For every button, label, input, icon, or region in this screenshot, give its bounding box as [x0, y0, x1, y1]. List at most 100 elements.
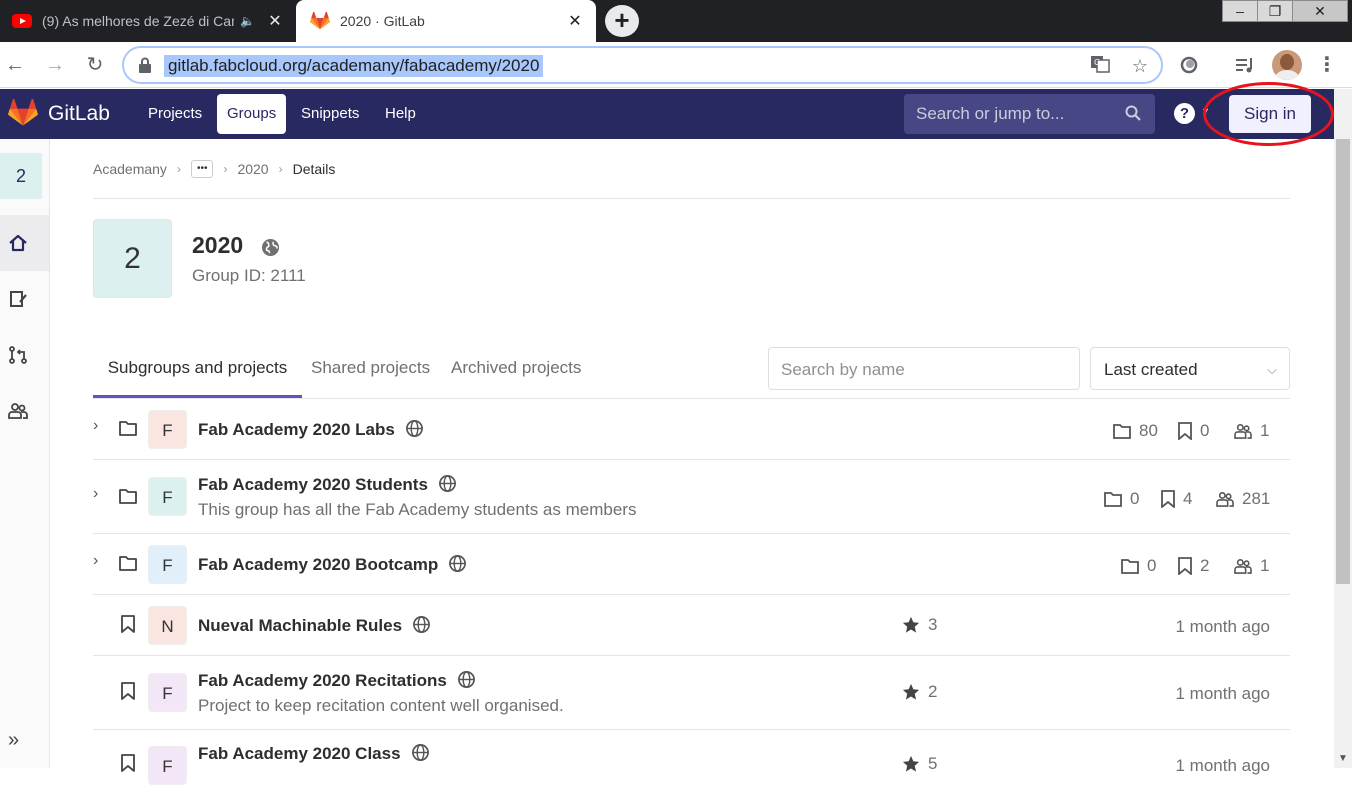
row-name[interactable]: Fab Academy 2020 Bootcamp [198, 554, 467, 575]
group-id: Group ID: 2111 [192, 266, 306, 285]
row-name-text[interactable]: Fab Academy 2020 Students [198, 475, 428, 494]
search-placeholder: Search or jump to... [916, 104, 1065, 123]
nav-help[interactable]: Help [375, 94, 426, 134]
row-name-text[interactable]: Fab Academy 2020 Bootcamp [198, 555, 438, 574]
page-scrollbar[interactable]: ▼ [1334, 89, 1352, 768]
breadcrumb-2020[interactable]: 2020 [237, 161, 268, 177]
users-icon [1234, 558, 1252, 574]
gitlab-logo-icon[interactable] [8, 99, 38, 127]
browser-tab-gitlab[interactable]: 2020 · GitLab ✕ [296, 0, 596, 42]
row-name-text[interactable]: Fab Academy 2020 Class [198, 744, 401, 763]
bookmark-icon [121, 615, 135, 633]
member-count: 1 [1234, 556, 1269, 576]
list-item[interactable]: F Fab Academy 2020 Recitations Project t… [93, 656, 1290, 730]
scroll-down-icon[interactable]: ▼ [1338, 753, 1348, 764]
subgroup-count: 0 [1104, 489, 1139, 509]
row-avatar: F [148, 673, 187, 712]
group-avatar: 2 [93, 219, 172, 298]
browser-toolbar: ← → ↻ gitlab.fabcloud.org/academany/faba… [0, 42, 1352, 88]
users-icon [8, 403, 28, 419]
chevron-right-icon[interactable]: › [93, 485, 105, 503]
bookmark-star-icon[interactable]: ☆ [1128, 54, 1152, 78]
collapse-sidebar-icon[interactable]: » [8, 729, 19, 752]
list-item[interactable]: › F Fab Academy 2020 Bootcamp 0 2 1 [93, 534, 1290, 595]
extension-icon[interactable] [1174, 50, 1204, 80]
tab-shared-projects[interactable]: Shared projects [311, 347, 430, 398]
home-icon [9, 234, 27, 252]
tab-subgroups-and-projects[interactable]: Subgroups and projects [93, 347, 302, 398]
breadcrumb: Academany › ••• › 2020 › Details [93, 158, 335, 180]
row-description: This group has all the Fab Academy stude… [198, 500, 637, 519]
row-name[interactable]: Nueval Machinable Rules [198, 615, 431, 636]
new-tab-button[interactable]: + [605, 5, 639, 37]
sidebar-item-members[interactable] [0, 383, 49, 439]
nav-projects[interactable]: Projects [138, 94, 212, 134]
reload-button[interactable]: ↻ [80, 50, 110, 80]
chevron-right-icon[interactable]: › [93, 417, 105, 435]
window-maximize-button[interactable]: ❐ [1257, 0, 1293, 22]
url-text[interactable]: gitlab.fabcloud.org/academany/fabacademy… [164, 55, 544, 77]
sidebar-item-merge-requests[interactable] [0, 327, 49, 383]
row-avatar: F [148, 545, 187, 584]
speaker-icon: 🔈 [240, 14, 255, 28]
row-name[interactable]: Fab Academy 2020 Students [198, 474, 457, 495]
globe-icon [438, 475, 456, 492]
gitlab-favicon-icon [310, 12, 330, 30]
member-count: 1 [1234, 421, 1269, 441]
list-item[interactable]: › F Fab Academy 2020 Labs 80 0 1 [93, 399, 1290, 460]
help-icon[interactable]: ? [1174, 103, 1195, 124]
browser-menu-icon[interactable]: ⋮ [1312, 50, 1342, 80]
star-count-value: 5 [928, 754, 938, 773]
row-name[interactable]: Fab Academy 2020 Labs [198, 419, 424, 440]
list-item[interactable]: F Fab Academy 2020 Class 5 1 month ago [93, 730, 1290, 790]
scrollbar-thumb[interactable] [1336, 139, 1350, 584]
chevron-right-icon: › [223, 162, 228, 176]
sidebar-item-issues[interactable] [0, 271, 49, 327]
subgroup-count: 0 [1121, 556, 1156, 576]
row-name[interactable]: Fab Academy 2020 Recitations [198, 670, 476, 691]
tab-title: 2020 · GitLab [340, 13, 425, 29]
chevron-right-icon: › [278, 162, 283, 176]
row-name-text[interactable]: Fab Academy 2020 Labs [198, 420, 395, 439]
list-item[interactable]: N Nueval Machinable Rules 3 1 month ago [93, 595, 1290, 656]
updated-time: 1 month ago [1175, 684, 1270, 703]
chevron-right-icon[interactable]: › [93, 552, 105, 570]
sort-dropdown[interactable]: Last created ⌵ [1090, 347, 1290, 390]
nav-groups[interactable]: Groups [217, 94, 287, 134]
close-tab-icon[interactable]: ✕ [266, 11, 284, 31]
sidebar-item-overview[interactable] [0, 215, 49, 271]
tab-archived-projects[interactable]: Archived projects [451, 347, 581, 398]
global-search-input[interactable]: Search or jump to... [904, 94, 1155, 134]
profile-avatar[interactable] [1272, 50, 1302, 80]
globe-icon [405, 420, 423, 437]
translate-icon[interactable]: G [1088, 54, 1112, 78]
sort-value: Last created [1104, 360, 1198, 379]
window-minimize-button[interactable]: – [1222, 0, 1258, 22]
media-control-icon[interactable] [1230, 50, 1260, 80]
list-item[interactable]: › F Fab Academy 2020 Students This group… [93, 460, 1290, 534]
star-icon [902, 616, 920, 633]
breadcrumb-details: Details [292, 161, 336, 177]
folder-icon [1121, 559, 1139, 574]
playlist-glyph [1236, 58, 1252, 73]
row-name-text[interactable]: Fab Academy 2020 Recitations [198, 671, 447, 690]
row-name-text[interactable]: Nueval Machinable Rules [198, 616, 402, 635]
close-tab-icon[interactable]: ✕ [566, 11, 584, 31]
sidebar-group-avatar[interactable]: 2 [0, 153, 42, 199]
browser-tab-youtube[interactable]: (9) As melhores de Zezé di Camargo 🔈 ✕ [0, 0, 296, 42]
address-bar[interactable]: gitlab.fabcloud.org/academany/fabacademy… [122, 46, 1163, 84]
filter-search-input[interactable]: Search by name [768, 347, 1080, 390]
star-count: 2 [902, 682, 937, 702]
breadcrumb-expand-button[interactable]: ••• [190, 160, 214, 178]
window-close-button[interactable]: ✕ [1292, 0, 1348, 22]
nav-snippets[interactable]: Snippets [291, 94, 369, 134]
forward-button[interactable]: → [40, 50, 70, 80]
breadcrumb-academany[interactable]: Academany [93, 161, 167, 177]
gitlab-brand[interactable]: GitLab [48, 102, 110, 126]
gitlab-navbar: GitLab Projects Groups Snippets Help Sea… [0, 89, 1334, 139]
updated-time: 1 month ago [1175, 617, 1270, 636]
browser-tab-strip: (9) As melhores de Zezé di Camargo 🔈 ✕ 2… [0, 0, 1352, 42]
folder-icon [1113, 424, 1131, 439]
back-button[interactable]: ← [0, 50, 30, 80]
row-name[interactable]: Fab Academy 2020 Class [198, 743, 430, 764]
